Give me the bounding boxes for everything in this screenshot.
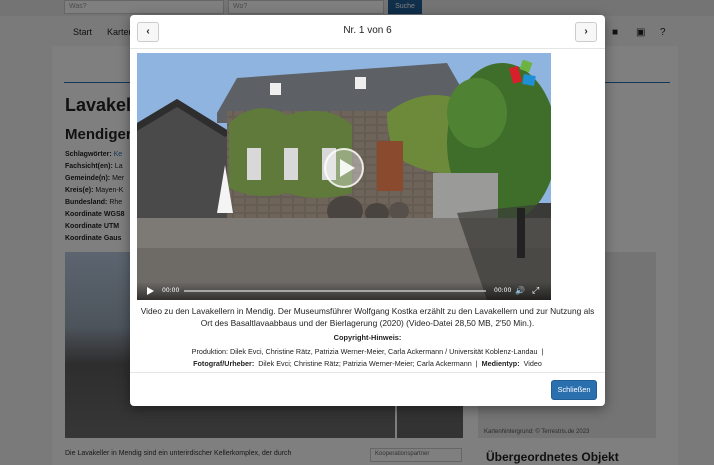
fullscreen-icon[interactable]: ⤢ bbox=[532, 285, 539, 296]
play-overlay-icon[interactable] bbox=[324, 148, 364, 188]
photographer-value: Dilek Evci; Christine Rätz; Patrizia Wer… bbox=[258, 359, 472, 368]
volume-icon[interactable]: 🔊 bbox=[515, 286, 525, 295]
credits: Produktion: Dilek Evci, Christine Rätz, … bbox=[150, 346, 585, 370]
chevron-right-icon: › bbox=[584, 26, 588, 37]
close-button[interactable]: Schließen bbox=[551, 380, 597, 400]
production-value: Dilek Evci, Christine Rätz, Patrizia Wer… bbox=[230, 347, 538, 356]
photographer-line: Fotograf/Urheber: Dilek Evci; Christine … bbox=[193, 359, 542, 368]
video-caption: Video zu den Lavakellern in Mendig. Der … bbox=[140, 306, 595, 328]
modal-footer: Schließen bbox=[130, 372, 605, 406]
mediatype-label: Medientyp: bbox=[481, 359, 520, 368]
next-button[interactable]: › bbox=[575, 22, 597, 42]
video-controls: 00:00 00:00 🔊 ⤢ bbox=[137, 282, 551, 300]
video-player[interactable]: 00:00 00:00 🔊 ⤢ bbox=[137, 53, 551, 300]
media-counter: Nr. 1 von 6 bbox=[343, 25, 392, 36]
media-modal: ‹ Nr. 1 von 6 › 00:00 00:00 🔊 ⤢ Video zu… bbox=[130, 15, 605, 406]
copyright-heading: Copyright-Hinweis: bbox=[333, 333, 402, 342]
duration: 00:00 bbox=[494, 287, 512, 294]
production-label: Produktion: bbox=[191, 347, 229, 356]
modal-header: ‹ Nr. 1 von 6 › bbox=[130, 15, 605, 49]
channel-logo bbox=[509, 59, 543, 89]
play-icon[interactable] bbox=[147, 287, 154, 295]
production-line: Produktion: Dilek Evci, Christine Rätz, … bbox=[191, 347, 544, 356]
current-time: 00:00 bbox=[162, 287, 180, 294]
mediatype-value: Video bbox=[523, 359, 542, 368]
photographer-label: Fotograf/Urheber: bbox=[193, 359, 255, 368]
video-progress-bar[interactable] bbox=[184, 290, 486, 292]
